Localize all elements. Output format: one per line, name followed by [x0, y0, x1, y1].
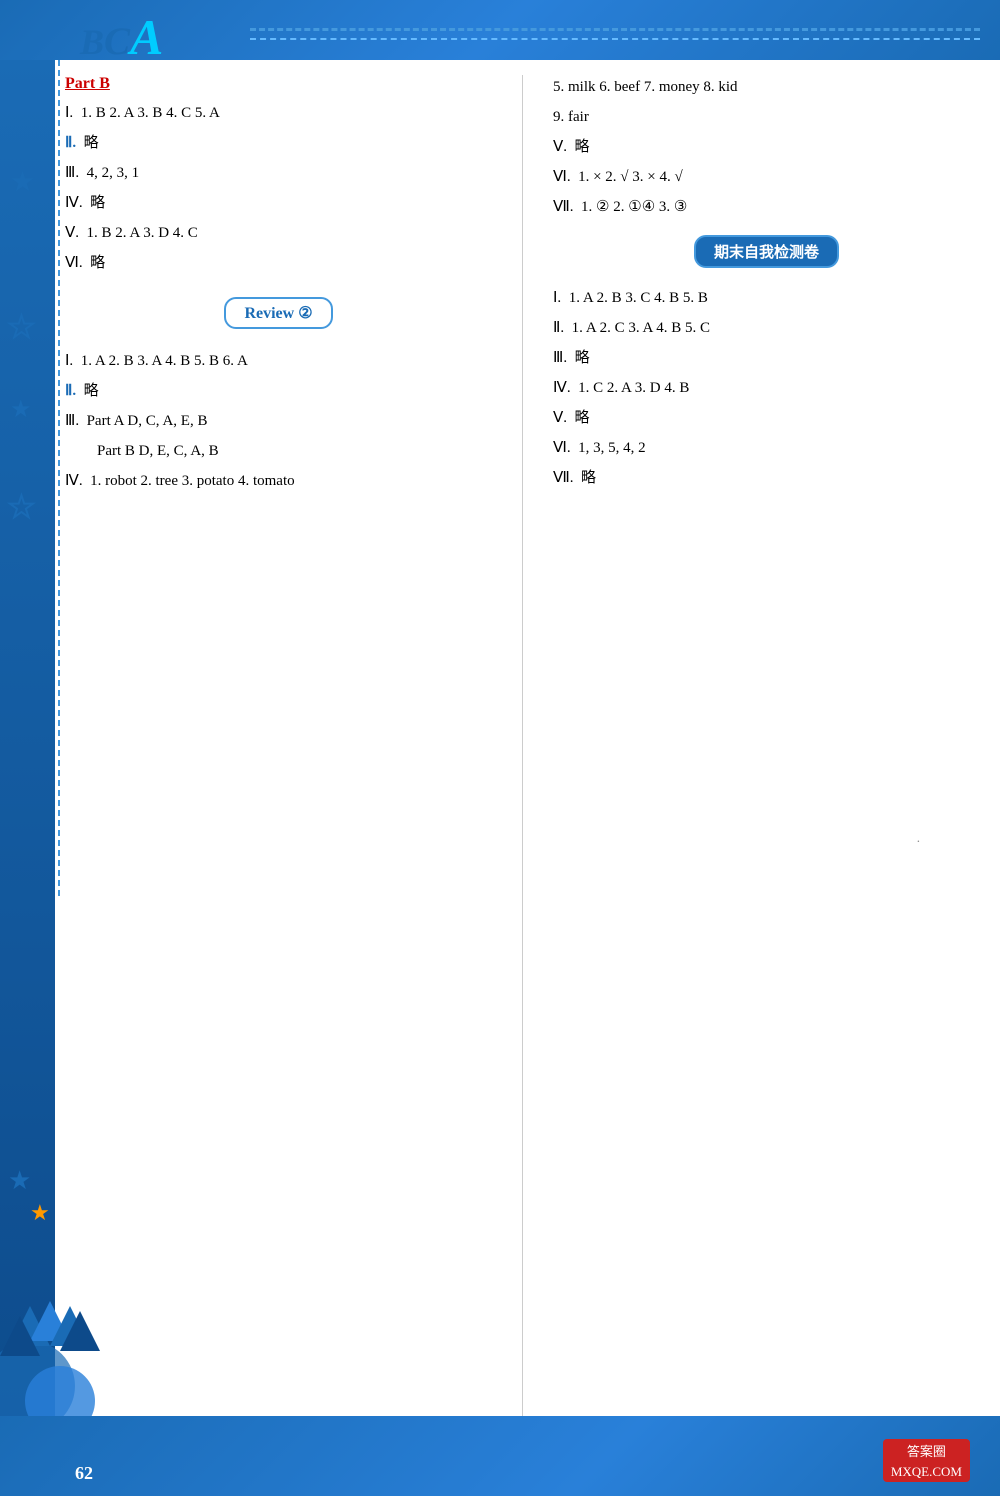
right-sVI-label: Ⅵ. [553, 169, 571, 185]
partb-s6-label: Ⅵ. [65, 255, 83, 271]
main-content: Part B Ⅰ. 1. B 2. A 3. B 4. C 5. A Ⅱ. 略 … [65, 75, 980, 1436]
right-sVII-label: Ⅶ. [553, 199, 574, 215]
period-s7-content: 略 [581, 470, 596, 486]
sun-decoration [0, 1266, 110, 1416]
right-sV-label: Ⅴ. [553, 139, 567, 155]
bottom-bar [0, 1416, 1000, 1496]
dashed-decoration-top2 [250, 38, 980, 40]
partb-s3-content: 4, 2, 3, 1 [87, 165, 140, 181]
period-section7: Ⅶ. 略 [553, 466, 980, 490]
partb-section4: Ⅳ. 略 [65, 191, 492, 215]
left-column: Part B Ⅰ. 1. B 2. A 3. B 4. C 5. A Ⅱ. 略 … [65, 75, 523, 1436]
right-sV-content: 略 [575, 139, 590, 155]
partb-section1: Ⅰ. 1. B 2. A 3. B 4. C 5. A [65, 101, 492, 125]
right-sectionVI: Ⅵ. 1. × 2. √ 3. × 4. √ [553, 165, 980, 189]
star-icon-2: ★ [10, 395, 32, 424]
period-section2: Ⅱ. 1. A 2. C 3. A 4. B 5. C [553, 316, 980, 340]
period-s6-label: Ⅵ. [553, 440, 571, 456]
review2-section3: Ⅲ. Part A D, C, A, E, B [65, 409, 492, 433]
partb-s4-label: Ⅳ. [65, 195, 83, 211]
period-exam-box: 期末自我检测卷 [694, 235, 839, 268]
review2-section2: Ⅱ. 略 [65, 379, 492, 403]
remark-text: . [917, 830, 920, 846]
c-letter: C [104, 20, 130, 63]
review2-s2-label: Ⅱ. [65, 383, 76, 399]
right-column: 5. milk 6. beef 7. money 8. kid 9. fair … [523, 75, 980, 1436]
b-letter: B [80, 22, 104, 62]
watermark-top-text: 答案圈 [907, 1444, 946, 1459]
right-sVII-content: 1. ② 2. ①④ 3. ③ [581, 199, 687, 215]
partb-s1-label: Ⅰ. [65, 105, 73, 121]
partb-s4-content: 略 [90, 195, 105, 211]
review2-s1-content: 1. A 2. B 3. A 4. B 5. B 6. A [81, 353, 248, 369]
period-section1: Ⅰ. 1. A 2. B 3. C 4. B 5. B [553, 286, 980, 310]
period-s1-label: Ⅰ. [553, 290, 561, 306]
review2-s3-partb: Part B D, E, C, A, B [97, 443, 219, 459]
two-column-layout: Part B Ⅰ. 1. B 2. A 3. B 4. C 5. A Ⅱ. 略 … [65, 75, 980, 1436]
part-b-title: Part B [65, 75, 492, 93]
review2-container: Review ② [65, 285, 492, 341]
partb-section3: Ⅲ. 4, 2, 3, 1 [65, 161, 492, 185]
watermark-top: 答案圈 [883, 1439, 970, 1462]
partb-s3-label: Ⅲ. [65, 165, 79, 181]
partb-section6: Ⅵ. 略 [65, 251, 492, 275]
right-top-line2: 9. fair [553, 105, 980, 129]
partb-s5-label: Ⅴ. [65, 225, 79, 241]
right-top-line1: 5. milk 6. beef 7. money 8. kid [553, 75, 980, 99]
partb-s5-content: 1. B 2. A 3. D 4. C [87, 225, 198, 241]
review2-section3-partb: Part B D, E, C, A, B [97, 439, 492, 463]
partb-section5: Ⅴ. 1. B 2. A 3. D 4. C [65, 221, 492, 245]
partb-s2-content: 略 [84, 135, 99, 151]
review2-s2-content: 略 [84, 383, 99, 399]
period-s1-content: 1. A 2. B 3. C 4. B 5. B [569, 290, 708, 306]
period-s3-label: Ⅲ. [553, 350, 567, 366]
period-section3: Ⅲ. 略 [553, 346, 980, 370]
watermark-bottom-text: MXQE.COM [891, 1464, 962, 1479]
period-s3-content: 略 [575, 350, 590, 366]
partb-s1-content: 1. B 2. A 3. B 4. C 5. A [81, 105, 220, 121]
review2-s3-parta: Part A D, C, A, E, B [87, 413, 208, 429]
bottom-star-1: ★ [8, 1166, 31, 1196]
star-outline-icon-2: ★ [8, 490, 35, 525]
review2-s1-label: Ⅰ. [65, 353, 73, 369]
partb-section2: Ⅱ. 略 [65, 131, 492, 155]
period-s5-label: Ⅴ. [553, 410, 567, 426]
watermark: 答案圈 MXQE.COM [883, 1439, 970, 1482]
right-sVI-content: 1. × 2. √ 3. × 4. √ [578, 169, 683, 185]
star-icon-1: ★ [10, 165, 35, 199]
dashed-decoration-top [250, 28, 980, 31]
review2-section4: Ⅳ. 1. robot 2. tree 3. potato 4. tomato [65, 469, 492, 493]
period-s4-label: Ⅳ. [553, 380, 571, 396]
period-s5-content: 略 [575, 410, 590, 426]
partb-s6-content: 略 [90, 255, 105, 271]
right-sectionVII: Ⅶ. 1. ② 2. ①④ 3. ③ [553, 195, 980, 219]
period-s2-label: Ⅱ. [553, 320, 564, 336]
star-outline-icon-1: ★ [8, 310, 35, 345]
watermark-bottom: MXQE.COM [883, 1462, 970, 1482]
period-section5: Ⅴ. 略 [553, 406, 980, 430]
a-letter: A [130, 9, 163, 65]
right-sectionV: Ⅴ. 略 [553, 135, 980, 159]
left-dashed-line [58, 60, 60, 896]
period-s2-content: 1. A 2. C 3. A 4. B 5. C [572, 320, 710, 336]
bca-logo: BCA [80, 8, 163, 66]
review2-s3-label: Ⅲ. [65, 413, 79, 429]
period-s7-label: Ⅶ. [553, 470, 574, 486]
review2-section1: Ⅰ. 1. A 2. B 3. A 4. B 5. B 6. A [65, 349, 492, 373]
period-s4-content: 1. C 2. A 3. D 4. B [578, 380, 689, 396]
review2-s4-label: Ⅳ. [65, 473, 83, 489]
period-exam-container: 期末自我检测卷 [553, 227, 980, 278]
review2-s4-content: 1. robot 2. tree 3. potato 4. tomato [90, 473, 295, 489]
period-s6-content: 1, 3, 5, 4, 2 [578, 440, 646, 456]
partb-s2-label: Ⅱ. [65, 135, 76, 151]
period-section6: Ⅵ. 1, 3, 5, 4, 2 [553, 436, 980, 460]
review2-box: Review ② [224, 297, 332, 329]
period-section4: Ⅳ. 1. C 2. A 3. D 4. B [553, 376, 980, 400]
page-number: 62 [75, 1463, 93, 1484]
bottom-star-2: ★ [30, 1200, 50, 1226]
